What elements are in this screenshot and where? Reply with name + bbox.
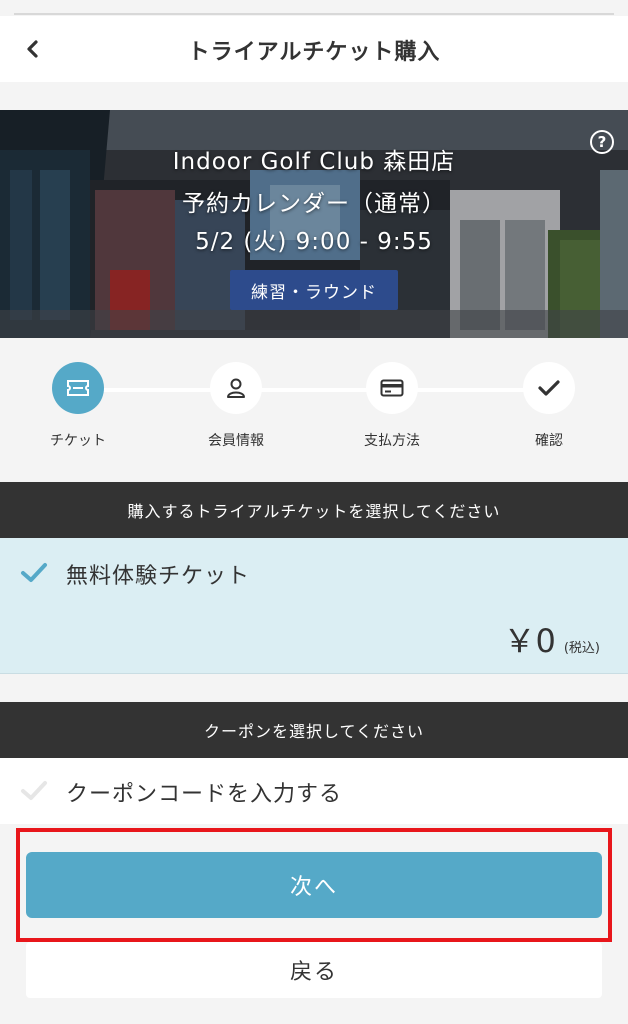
coupon-code-option[interactable]: クーポンコードを入力する — [0, 758, 628, 824]
header: トライアルチケット購入 — [0, 16, 628, 82]
selected-check-icon — [21, 563, 47, 582]
ticket-icon — [67, 380, 89, 396]
step-member-circle — [210, 362, 262, 414]
progress-steps: チケット 会員情報 支払方法 確認 — [0, 338, 628, 482]
step-confirm: 確認 — [489, 362, 609, 450]
help-icon[interactable]: ? — [590, 130, 614, 154]
step-label: チケット — [50, 433, 106, 449]
back-button[interactable]: 戻る — [26, 942, 602, 998]
step-ticket: チケット — [18, 362, 138, 450]
ticket-price-group: ￥0 (税込) — [503, 616, 600, 662]
coupon-code-label: クーポンコードを入力する — [66, 782, 343, 807]
ticket-option[interactable]: 無料体験チケット ￥0 (税込) — [0, 538, 628, 674]
unselected-check-icon — [21, 781, 47, 800]
step-payment-circle — [366, 362, 418, 414]
next-button[interactable]: 次へ — [26, 852, 602, 918]
ticket-price: ￥0 — [503, 622, 556, 660]
club-name: Indoor Golf Club 森田店 — [172, 149, 456, 175]
credit-card-icon — [380, 379, 404, 397]
step-member-info: 会員情報 — [176, 362, 296, 450]
category-badge: 練習・ラウンド — [230, 270, 398, 310]
tax-note: (税込) — [563, 641, 600, 656]
step-label: 確認 — [535, 433, 563, 449]
reservation-datetime: 5/2 (火) 9:00 - 9:55 — [195, 229, 433, 255]
page-title: トライアルチケット購入 — [187, 40, 441, 65]
calendar-name: 予約カレンダー（通常） — [182, 191, 446, 217]
coupon-section-heading: クーポンを選択してください — [0, 702, 628, 758]
step-ticket-circle — [52, 362, 104, 414]
ticket-section-heading: 購入するトライアルチケットを選択してください — [0, 482, 628, 538]
progress-line — [80, 388, 548, 392]
step-payment: 支払方法 — [332, 362, 452, 450]
step-confirm-circle — [523, 362, 575, 414]
hero-banner: Indoor Golf Club 森田店 予約カレンダー（通常） 5/2 (火)… — [0, 110, 628, 338]
ticket-name: 無料体験チケット — [66, 564, 251, 589]
check-icon — [538, 380, 560, 396]
step-label: 会員情報 — [208, 433, 264, 449]
step-label: 支払方法 — [364, 433, 420, 449]
top-divider — [14, 13, 614, 15]
user-icon — [227, 378, 245, 398]
